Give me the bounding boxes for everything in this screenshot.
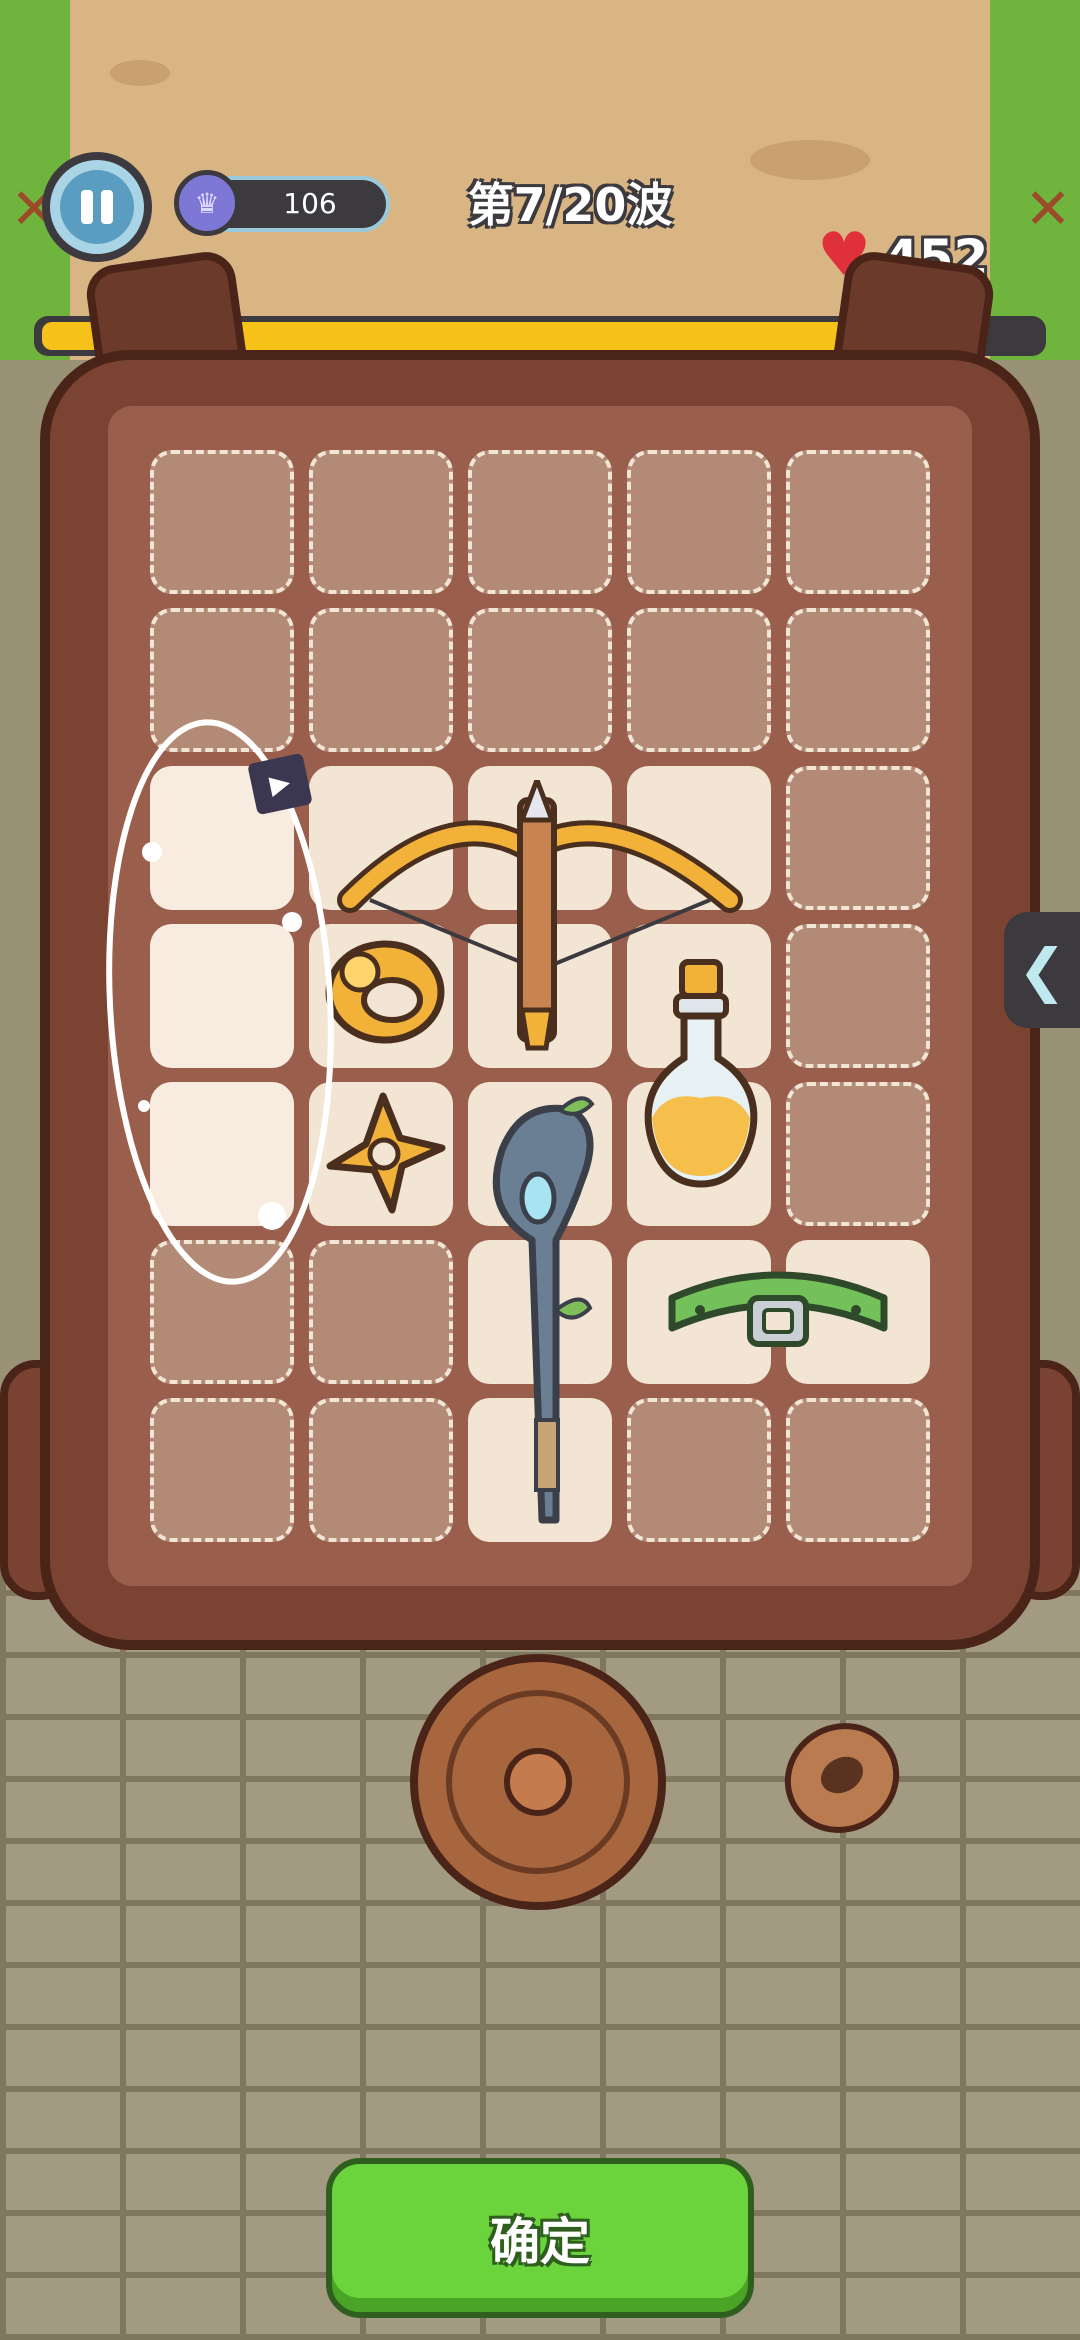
expand-panel-button[interactable]: ❮ xyxy=(1004,912,1080,1028)
inventory-slot[interactable] xyxy=(786,924,930,1068)
dirt-patch xyxy=(110,60,170,86)
green-belt[interactable] xyxy=(660,1258,896,1362)
potion-bottle[interactable] xyxy=(636,958,766,1198)
dirt-patch xyxy=(750,140,870,180)
inventory-slot[interactable] xyxy=(150,450,294,594)
inventory-slot[interactable] xyxy=(627,608,771,752)
chevron-left-icon: ❮ xyxy=(1017,936,1067,1004)
inventory-slot[interactable] xyxy=(627,450,771,594)
inventory-slot[interactable] xyxy=(627,1398,771,1542)
confirm-label: 确定 xyxy=(490,2213,590,2271)
inventory-slot[interactable] xyxy=(786,1398,930,1542)
inventory-slot[interactable] xyxy=(786,1082,930,1226)
wave-counter: 第7/20波 xyxy=(467,178,673,232)
magic-staff[interactable] xyxy=(472,1090,612,1530)
inventory-slot[interactable] xyxy=(309,450,453,594)
crown-value: 106 xyxy=(283,187,337,220)
crossed-swords-icon: ✕ xyxy=(1024,177,1072,242)
pause-icon xyxy=(60,170,134,244)
confirm-button[interactable]: 确定 xyxy=(326,2158,754,2318)
shield-boss xyxy=(504,1748,572,1816)
inventory-slot[interactable] xyxy=(786,608,930,752)
inventory-slot[interactable] xyxy=(468,450,612,594)
inventory-slot[interactable] xyxy=(309,1398,453,1542)
inventory-slot[interactable] xyxy=(786,766,930,910)
inventory-slot[interactable] xyxy=(150,1398,294,1542)
inventory-slot[interactable] xyxy=(468,608,612,752)
pause-button[interactable] xyxy=(42,152,152,262)
selection-highlight xyxy=(106,719,334,1285)
inventory-slot[interactable] xyxy=(786,450,930,594)
crown-icon: ♛ xyxy=(174,170,240,236)
